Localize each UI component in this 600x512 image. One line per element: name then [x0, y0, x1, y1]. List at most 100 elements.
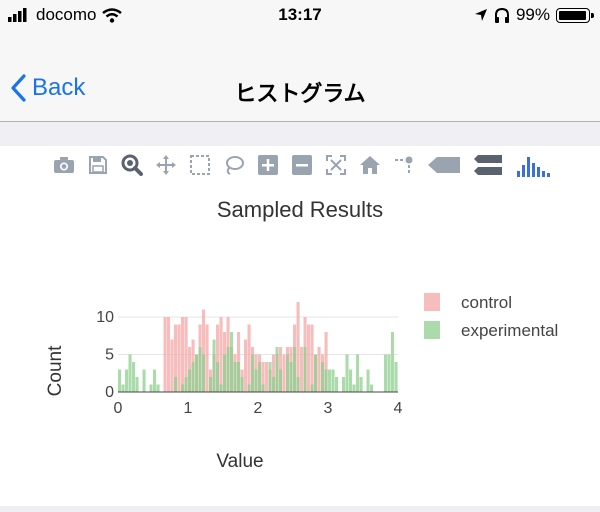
bar-experimental-69[interactable] — [359, 377, 363, 392]
bar-experimental-59[interactable] — [324, 369, 328, 393]
bar-experimental-50[interactable] — [293, 347, 297, 392]
bar-experimental-44[interactable] — [272, 377, 276, 392]
bar-experimental-40[interactable] — [258, 362, 262, 392]
bar-experimental-67[interactable] — [352, 384, 356, 393]
bar-experimental-45[interactable] — [275, 347, 279, 392]
bar-experimental-34[interactable] — [237, 362, 241, 392]
bar-experimental-71[interactable] — [366, 369, 370, 393]
bar-experimental-31[interactable] — [226, 347, 230, 392]
bar-experimental-20[interactable] — [188, 369, 192, 393]
bar-experimental-18[interactable] — [181, 384, 185, 393]
lasso-icon[interactable] — [222, 153, 246, 177]
bar-experimental-9[interactable] — [149, 384, 153, 393]
bar-control-42[interactable] — [265, 362, 269, 392]
bar-control-52[interactable] — [300, 347, 304, 392]
bar-experimental-4[interactable] — [132, 362, 136, 392]
bar-experimental-30[interactable] — [223, 354, 227, 393]
bar-experimental-55[interactable] — [310, 384, 314, 393]
bar-experimental-24[interactable] — [202, 354, 206, 393]
reset-axes-icon[interactable] — [358, 153, 382, 177]
bar-control-18[interactable] — [181, 317, 185, 392]
bar-experimental-56[interactable] — [314, 354, 318, 393]
bar-experimental-43[interactable] — [268, 362, 272, 392]
y-axis-label: Count — [45, 345, 66, 396]
bar-experimental-68[interactable] — [356, 354, 360, 393]
bar-experimental-29[interactable] — [219, 384, 223, 393]
bar-experimental-3[interactable] — [128, 354, 132, 393]
bar-experimental-48[interactable] — [286, 354, 290, 393]
bar-experimental-26[interactable] — [209, 377, 213, 392]
bar-experimental-2[interactable] — [125, 369, 129, 393]
bar-experimental-5[interactable] — [135, 377, 139, 392]
bar-experimental-28[interactable] — [216, 362, 220, 392]
bar-control-55[interactable] — [310, 324, 314, 393]
x-tick-label-0: 0 — [114, 400, 123, 417]
pan-icon[interactable] — [154, 153, 178, 177]
zoom-in-icon[interactable] — [256, 153, 280, 177]
bar-control-29[interactable] — [219, 317, 223, 392]
bar-experimental-39[interactable] — [254, 369, 258, 393]
bar-experimental-79[interactable] — [394, 362, 398, 392]
camera-icon[interactable] — [52, 153, 76, 177]
bar-experimental-46[interactable] — [279, 369, 283, 393]
bar-experimental-64[interactable] — [342, 377, 346, 392]
bar-experimental-7[interactable] — [142, 369, 146, 393]
bar-experimental-27[interactable] — [212, 339, 216, 393]
bar-experimental-58[interactable] — [321, 362, 325, 392]
autoscale-icon[interactable] — [324, 153, 348, 177]
bar-experimental-32[interactable] — [230, 332, 234, 392]
bar-experimental-22[interactable] — [195, 354, 199, 393]
bar-experimental-35[interactable] — [240, 377, 244, 392]
bar-experimental-41[interactable] — [261, 384, 265, 393]
bar-experimental-76[interactable] — [384, 354, 388, 393]
bar-experimental-23[interactable] — [198, 347, 202, 392]
bar-experimental-61[interactable] — [331, 369, 335, 393]
bar-experimental-0[interactable] — [118, 369, 122, 393]
bar-control-47[interactable] — [282, 354, 286, 393]
bar-experimental-72[interactable] — [370, 384, 374, 393]
bar-control-36[interactable] — [244, 339, 248, 393]
bar-experimental-37[interactable] — [247, 384, 251, 393]
bar-control-14[interactable] — [167, 317, 171, 392]
bar-experimental-33[interactable] — [233, 362, 237, 392]
plotly-logo-icon[interactable] — [514, 153, 554, 177]
bar-experimental-1[interactable] — [121, 384, 125, 393]
bar-experimental-78[interactable] — [391, 332, 395, 392]
bar-control-57[interactable] — [317, 347, 321, 392]
bar-experimental-77[interactable] — [387, 354, 391, 393]
bar-experimental-49[interactable] — [289, 362, 293, 392]
status-right: 99% — [474, 5, 594, 25]
bar-experimental-10[interactable] — [153, 369, 157, 393]
bar-control-54[interactable] — [307, 324, 311, 393]
bar-experimental-62[interactable] — [335, 377, 339, 392]
bar-experimental-65[interactable] — [345, 354, 349, 393]
legend-label-experimental[interactable]: experimental — [461, 321, 558, 340]
bar-experimental-16[interactable] — [174, 377, 178, 392]
legend-swatch-experimental[interactable] — [424, 321, 440, 339]
zoom-icon[interactable] — [120, 153, 144, 177]
bar-control-25[interactable] — [205, 324, 209, 393]
spike-lines-icon[interactable] — [392, 153, 416, 177]
box-select-icon[interactable] — [188, 153, 212, 177]
bar-experimental-11[interactable] — [156, 384, 160, 393]
bar-experimental-38[interactable] — [251, 354, 255, 393]
bar-control-17[interactable] — [177, 324, 181, 393]
save-icon[interactable] — [86, 153, 110, 177]
zoom-out-icon[interactable] — [290, 153, 314, 177]
bar-control-13[interactable] — [163, 317, 167, 392]
series-experimental-bars — [118, 332, 398, 392]
bar-experimental-21[interactable] — [191, 362, 195, 392]
bar-experimental-66[interactable] — [349, 369, 353, 393]
bar-experimental-60[interactable] — [328, 369, 332, 393]
hover-compare-icon[interactable] — [472, 153, 504, 177]
legend-label-control[interactable]: control — [461, 293, 512, 312]
bar-experimental-53[interactable] — [303, 347, 307, 392]
status-bar: docomo 13:17 99% — [0, 0, 600, 30]
bar-control-37[interactable] — [247, 324, 251, 393]
bar-control-15[interactable] — [170, 339, 174, 393]
hover-closest-icon[interactable] — [426, 153, 462, 177]
y-tick-label-2: 10 — [96, 309, 114, 326]
bar-experimental-19[interactable] — [184, 377, 188, 392]
legend-swatch-control[interactable] — [424, 293, 440, 311]
bar-experimental-51[interactable] — [296, 377, 300, 392]
